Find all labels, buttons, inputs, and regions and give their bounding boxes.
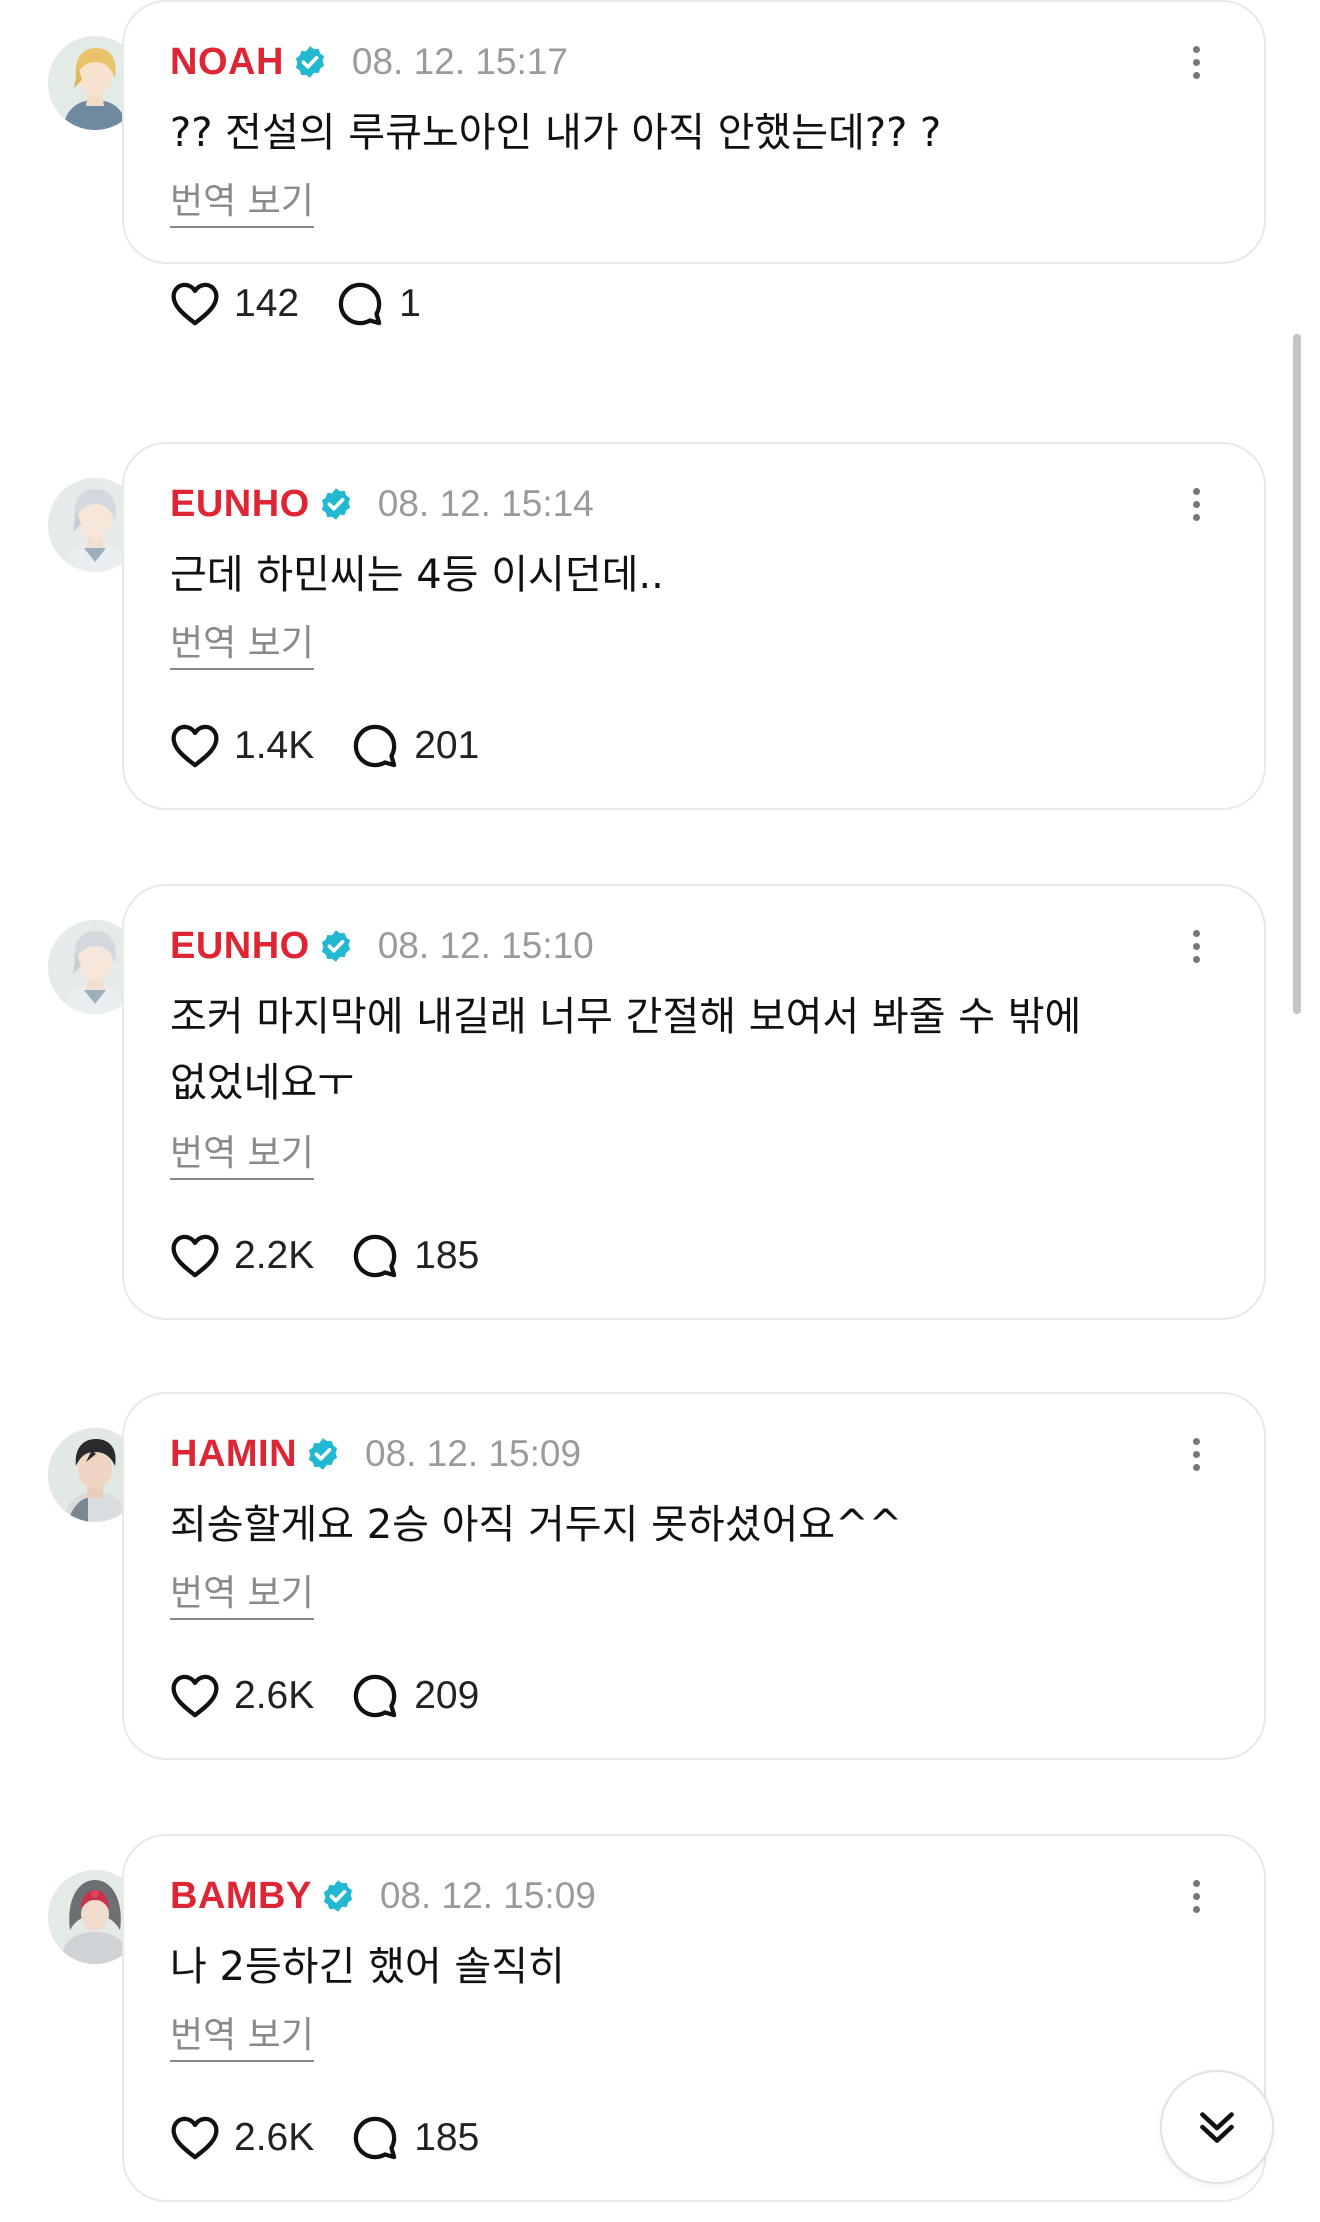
like-count: 2.6K xyxy=(234,1674,315,1717)
double-chevron-down-icon xyxy=(1200,2112,1234,2143)
comment-text: 근데 하민씨는 4등 이시던데.. xyxy=(170,552,664,598)
timestamp: 08. 12. 15:14 xyxy=(377,483,594,524)
comment-card: BAMBY 08. 12. 15:09 나 2등하긴 했어 솔직히 번역 보기 … xyxy=(122,1834,1266,2202)
comment-header: NOAH 08. 12. 15:17 xyxy=(170,38,568,86)
comment-stats: 2.6K 185 xyxy=(168,2110,479,2166)
comment-header: EUNHO 08. 12. 15:10 xyxy=(170,922,594,970)
comment-item: BAMBY 08. 12. 15:09 나 2등하긴 했어 솔직히 번역 보기 … xyxy=(0,1834,1320,2202)
timestamp: 08. 12. 15:09 xyxy=(365,1433,582,1474)
timestamp: 08. 12. 15:09 xyxy=(379,1875,596,1916)
comment-header: EUNHO 08. 12. 15:14 xyxy=(170,480,594,528)
comment-item: EUNHO 08. 12. 15:10 조커 마지막에 내길래 너무 간절해 보… xyxy=(0,884,1320,1320)
heart-icon[interactable] xyxy=(168,1669,222,1723)
more-vertical-icon[interactable] xyxy=(1178,1872,1214,1920)
translate-link[interactable]: 번역 보기 xyxy=(170,1132,314,1180)
comment-text: 조커 마지막에 내길래 너무 간절해 보여서 봐줄 수 밖에 없었네요ㅜ xyxy=(170,994,1082,1106)
verified-check-icon xyxy=(318,486,354,522)
more-vertical-icon[interactable] xyxy=(1178,922,1214,970)
comment-header: BAMBY 08. 12. 15:09 xyxy=(170,1872,596,1920)
heart-icon[interactable] xyxy=(168,277,222,331)
username[interactable]: NOAH xyxy=(170,41,284,84)
comment-feed: NOAH 08. 12. 15:17 ?? 전설의 루큐노아인 내가 아직 안했… xyxy=(0,0,1320,2222)
reply-count: 1 xyxy=(399,282,421,325)
reply-count: 209 xyxy=(414,1674,480,1717)
username[interactable]: HAMIN xyxy=(170,1433,297,1476)
comment-header: HAMIN 08. 12. 15:09 xyxy=(170,1430,581,1478)
heart-icon[interactable] xyxy=(168,719,222,773)
like-count: 2.2K xyxy=(234,1234,315,1277)
translate-link[interactable]: 번역 보기 xyxy=(170,1572,314,1620)
comment-item: HAMIN 08. 12. 15:09 죄송할게요 2승 아직 거두지 못하셨어… xyxy=(0,1392,1320,1760)
comment-bubble-icon[interactable] xyxy=(333,277,387,331)
comment-item: NOAH 08. 12. 15:17 ?? 전설의 루큐노아인 내가 아직 안했… xyxy=(0,0,1320,326)
comment-bubble-icon[interactable] xyxy=(348,719,402,773)
username[interactable]: EUNHO xyxy=(170,483,310,526)
username[interactable]: BAMBY xyxy=(170,1875,312,1918)
comment-stats: 2.6K 209 xyxy=(168,1668,479,1724)
scroll-down-button[interactable] xyxy=(1160,2070,1274,2184)
more-vertical-icon[interactable] xyxy=(1178,480,1214,528)
heart-icon[interactable] xyxy=(168,1229,222,1283)
like-count: 2.6K xyxy=(234,2116,315,2159)
comment-card: EUNHO 08. 12. 15:10 조커 마지막에 내길래 너무 간절해 보… xyxy=(122,884,1266,1320)
like-count: 142 xyxy=(234,282,300,325)
comment-card: HAMIN 08. 12. 15:09 죄송할게요 2승 아직 거두지 못하셨어… xyxy=(122,1392,1266,1760)
verified-check-icon xyxy=(320,1878,356,1914)
reply-count: 185 xyxy=(414,2116,480,2159)
comment-stats: 1.4K 201 xyxy=(168,718,479,774)
more-vertical-icon[interactable] xyxy=(1178,1430,1214,1478)
comment-text: 죄송할게요 2승 아직 거두지 못하셨어요^^ xyxy=(170,1502,903,1548)
verified-check-icon xyxy=(292,44,328,80)
timestamp: 08. 12. 15:10 xyxy=(377,925,594,966)
verified-check-icon xyxy=(305,1436,341,1472)
translate-link[interactable]: 번역 보기 xyxy=(170,622,314,670)
translate-link[interactable]: 번역 보기 xyxy=(170,180,314,228)
timestamp: 08. 12. 15:17 xyxy=(351,41,568,82)
comment-stats: 142 1 xyxy=(168,276,421,332)
verified-check-icon xyxy=(318,928,354,964)
comment-text: ?? 전설의 루큐노아인 내가 아직 안했는데?? ? xyxy=(170,110,942,156)
username[interactable]: EUNHO xyxy=(170,925,310,968)
reply-count: 185 xyxy=(414,1234,480,1277)
comment-bubble-icon[interactable] xyxy=(348,2111,402,2165)
scrollbar[interactable] xyxy=(1293,334,1301,1014)
comment-bubble-icon[interactable] xyxy=(348,1669,402,1723)
comment-bubble-icon[interactable] xyxy=(348,1229,402,1283)
heart-icon[interactable] xyxy=(168,2111,222,2165)
reply-count: 201 xyxy=(414,724,480,767)
comment-card: NOAH 08. 12. 15:17 ?? 전설의 루큐노아인 내가 아직 안했… xyxy=(122,0,1266,326)
comment-text: 나 2등하긴 했어 솔직히 xyxy=(170,1944,565,1990)
comment-item: EUNHO 08. 12. 15:14 근데 하민씨는 4등 이시던데.. 번역… xyxy=(0,442,1320,810)
like-count: 1.4K xyxy=(234,724,315,767)
translate-link[interactable]: 번역 보기 xyxy=(170,2014,314,2062)
more-vertical-icon[interactable] xyxy=(1178,38,1214,86)
comment-stats: 2.2K 185 xyxy=(168,1228,479,1284)
comment-card: EUNHO 08. 12. 15:14 근데 하민씨는 4등 이시던데.. 번역… xyxy=(122,442,1266,810)
